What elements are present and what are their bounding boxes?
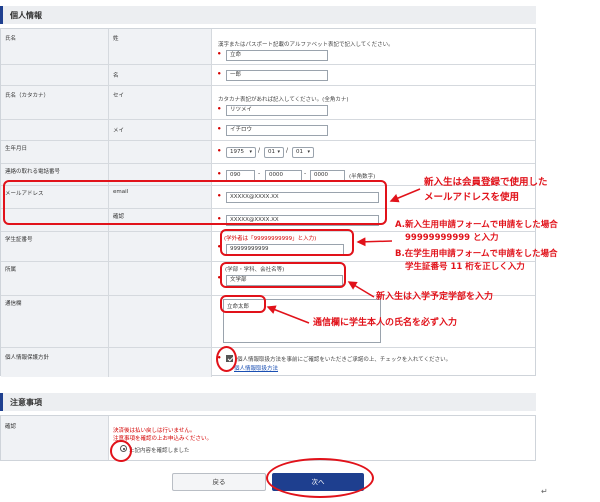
kana-sei-input[interactable]: リツメイ <box>226 105 328 116</box>
label-student-id: 学生証番号 <box>5 237 33 243</box>
section-title-notice: 注意事項 <box>10 398 42 407</box>
kana-mei-input[interactable]: イチロウ <box>226 125 328 136</box>
sublabel-cell: セイ <box>109 86 212 119</box>
phone-separator: - <box>258 170 261 177</box>
annotation-box-affiliation <box>220 262 346 288</box>
label-cell: 生年月日 <box>1 141 109 163</box>
required-mark: • <box>217 147 222 155</box>
sublabel-cell: 姓 <box>109 29 212 64</box>
annotation-box-student-id <box>220 229 354 256</box>
paragraph-mark: ↵ <box>541 487 548 496</box>
mei-input[interactable]: 一郎 <box>226 70 328 81</box>
annotation-student-a-value: 99999999999 と入力 <box>405 233 499 243</box>
annotation-student-b: B.在学生用申請フォームで申請をした場合 <box>395 249 558 259</box>
privacy-link[interactable]: 個人情報取扱方法 <box>234 364 278 372</box>
annotation-email-line1: 新入生は会員登録で使用した <box>424 177 548 188</box>
label-message: 通信欄 <box>5 301 22 307</box>
row-kana-mei: メイ • イチロウ <box>1 120 535 141</box>
chevron-down-icon: ▾ <box>249 149 252 155</box>
sublabel-cell <box>109 296 212 347</box>
row-birth: 生年月日 • 1975 ▾ / 01 ▾ / 01 ▾ <box>1 141 535 164</box>
sublabel-cell <box>109 232 212 261</box>
required-mark: • <box>217 125 222 133</box>
row-notice-confirm: 確認 決済後は払い戻しは行いません。 注意事項を確認の上お申込みください。 上記… <box>1 416 535 460</box>
label-cell <box>1 65 109 85</box>
birth-month-select[interactable]: 01 ▾ <box>264 147 284 158</box>
label-phone: 連絡の取れる電話番号 <box>5 169 61 175</box>
label-affiliation: 所属 <box>5 267 17 273</box>
annotation-oval-next <box>266 458 374 498</box>
annotation-affiliation: 新入生は入学予定学部を入力 <box>376 292 494 302</box>
chevron-down-icon: ▾ <box>307 149 310 155</box>
row-kana-sei: 氏名（カタカナ） セイ カタカナ表記があれば記入してください。(全角カナ) • … <box>1 86 535 120</box>
label-cell: 所属 <box>1 262 109 295</box>
label-sei: 姓 <box>113 36 119 42</box>
label-name: 氏名 <box>5 36 17 42</box>
required-mark: • <box>217 170 222 178</box>
label-mei: 名 <box>113 73 119 79</box>
label-cell: 氏名 <box>1 29 109 64</box>
label-cell: 通信欄 <box>1 296 109 347</box>
sublabel-cell: メイ <box>109 120 212 140</box>
notice-line1: 決済後は払い戻しは行いません。 <box>113 428 196 434</box>
birth-year-select[interactable]: 1975 ▾ <box>226 147 256 158</box>
row-privacy: 個人情報保護方針 • 個人情報取扱方法を事前にご確認をいただきご承諾の上、チェッ… <box>1 348 535 377</box>
sublabel-cell <box>109 262 212 295</box>
section-title-personal: 個人情報 <box>10 11 42 20</box>
label-cell: 確認 <box>1 416 109 460</box>
annotation-oval-privacy <box>216 346 237 372</box>
birth-month-value: 01 <box>268 149 275 155</box>
birth-day-select[interactable]: 01 ▾ <box>292 147 314 158</box>
section-header-personal: 個人情報 <box>0 6 536 24</box>
sublabel-cell <box>109 141 212 163</box>
label-cell: 学生証番号 <box>1 232 109 261</box>
label-kana-mei: メイ <box>113 128 125 134</box>
required-mark: • <box>217 70 222 78</box>
kana-note: カタカナ表記があれば記入してください。(全角カナ) <box>218 97 349 103</box>
date-separator: / <box>286 147 289 154</box>
label-notice-confirm: 確認 <box>5 424 17 430</box>
label-cell: 氏名（カタカナ） <box>1 86 109 119</box>
annotation-box-message <box>220 295 266 313</box>
label-cell: 個人情報保護方針 <box>1 348 109 377</box>
birth-day-value: 01 <box>296 149 303 155</box>
section-header-notice: 注意事項 <box>0 393 536 411</box>
notice-form-table: 確認 決済後は払い戻しは行いません。 注意事項を確認の上お申込みください。 上記… <box>0 415 536 461</box>
annotation-message: 通信欄に学生本人の氏名を必ず入力 <box>313 318 458 328</box>
sublabel-cell <box>109 348 212 377</box>
sei-input[interactable]: 立命 <box>226 50 328 61</box>
row-name-mei: 名 • 一郎 <box>1 65 535 86</box>
confirm-radio-label[interactable]: 上記内容を確認しました <box>129 446 190 454</box>
row-name-sei: 氏名 姓 漢字またはパスポート記載のアルファベット表記で記入してください。 • … <box>1 29 535 65</box>
birth-year-value: 1975 <box>230 149 244 155</box>
privacy-text: 個人情報取扱方法を事前にご確認をいただきご承諾の上、チェックを入れてください。 <box>237 357 452 363</box>
annotation-box-email <box>3 180 387 225</box>
label-privacy: 個人情報保護方針 <box>5 355 50 361</box>
annotation-oval-radio <box>110 440 132 462</box>
label-birth: 生年月日 <box>5 146 28 152</box>
phone-separator: - <box>304 170 307 177</box>
back-button[interactable]: 戻る <box>172 473 266 491</box>
required-mark: • <box>217 105 222 113</box>
sublabel-cell: 名 <box>109 65 212 85</box>
date-separator: / <box>258 147 261 154</box>
chevron-down-icon: ▾ <box>277 149 280 155</box>
annotation-student-a: A.新入生用申請フォームで申請をした場合 <box>395 220 558 230</box>
annotation-student-b-value: 学生証番号 11 桁を正しく入力 <box>405 262 525 272</box>
phone-note: (半角数字) <box>349 174 376 180</box>
label-kana-sei: セイ <box>113 93 125 99</box>
annotation-email-line2: メールアドレスを使用 <box>424 192 520 203</box>
label-cell <box>1 120 109 140</box>
name-note: 漢字またはパスポート記載のアルファベット表記で記入してください。 <box>218 42 394 48</box>
notice-line2: 注意事項を確認の上お申込みください。 <box>113 436 213 442</box>
label-kana: 氏名（カタカナ） <box>5 93 50 99</box>
required-mark: • <box>217 50 222 58</box>
